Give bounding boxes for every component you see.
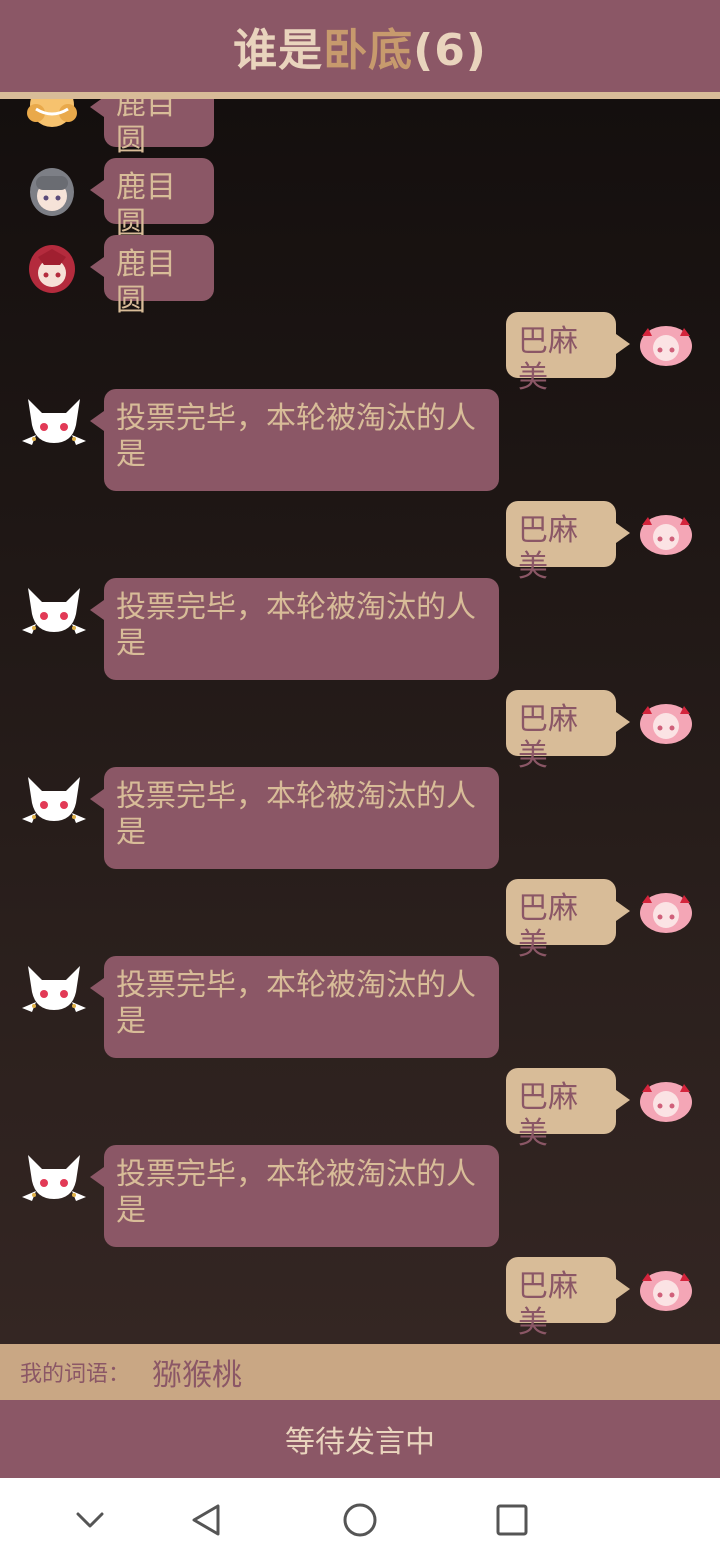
white-cat-avatar-icon[interactable] bbox=[22, 769, 86, 829]
pink-hair-girl-avatar-icon[interactable] bbox=[636, 314, 696, 374]
pink-hair-girl-avatar-icon[interactable] bbox=[636, 1259, 696, 1319]
message-bubble: 鹿目圆 bbox=[90, 158, 214, 241]
message-bubble: 鹿目圆 bbox=[90, 235, 214, 318]
my-word-bar: 我的词语： 猕猴桃 bbox=[0, 1344, 720, 1400]
pink-hair-girl-avatar-icon[interactable] bbox=[636, 881, 696, 941]
pink-hair-girl-avatar-icon[interactable] bbox=[636, 503, 696, 563]
my-word-value: 猕猴桃 bbox=[152, 1358, 243, 1393]
gray-hair-girl-avatar-icon[interactable] bbox=[22, 162, 82, 222]
my-word-label: 我的词语： bbox=[20, 1362, 131, 1387]
title-part-1: 谁是 bbox=[233, 25, 324, 76]
home-circle-icon[interactable] bbox=[338, 1498, 382, 1542]
page-title: 谁是卧底(6) bbox=[233, 14, 487, 78]
title-part-2: 卧底 bbox=[323, 25, 414, 76]
red-hair-girl-avatar-icon[interactable] bbox=[22, 239, 82, 299]
message-bubble: 投票完毕，本轮被淘汰的人是 bbox=[90, 767, 499, 869]
message-bubble: 投票完毕，本轮被淘汰的人是 bbox=[90, 1145, 499, 1247]
white-cat-avatar-icon[interactable] bbox=[22, 580, 86, 640]
title-bar: 谁是卧底(6) bbox=[0, 0, 720, 99]
message-bubble: 巴麻美 bbox=[506, 1257, 630, 1340]
message-bubble: 巴麻美 bbox=[506, 690, 630, 773]
message-bubble: 巴麻美 bbox=[506, 1068, 630, 1151]
title-part-3: (6) bbox=[413, 25, 487, 76]
pink-hair-girl-avatar-icon[interactable] bbox=[636, 1070, 696, 1130]
chevron-down-icon[interactable] bbox=[68, 1498, 112, 1542]
status-bar: 等待发言中 bbox=[0, 1400, 720, 1478]
white-cat-avatar-icon[interactable] bbox=[22, 1147, 86, 1207]
chat-area[interactable]: 鹿目圆 鹿目圆 鹿目圆 巴麻美 投票完毕，本轮被淘汰的人是 巴麻美 投票完毕，本… bbox=[0, 99, 720, 1344]
message-bubble: 巴麻美 bbox=[506, 312, 630, 395]
message-bubble: 投票完毕，本轮被淘汰的人是 bbox=[90, 389, 499, 491]
yellow-hair-girl-avatar-icon[interactable] bbox=[22, 99, 82, 135]
white-cat-avatar-icon[interactable] bbox=[22, 958, 86, 1018]
recents-square-icon[interactable] bbox=[490, 1498, 534, 1542]
message-bubble: 巴麻美 bbox=[506, 501, 630, 584]
white-cat-avatar-icon[interactable] bbox=[22, 391, 86, 451]
message-bubble: 巴麻美 bbox=[506, 879, 630, 962]
status-text: 等待发言中 bbox=[285, 1425, 435, 1460]
back-triangle-icon[interactable] bbox=[184, 1498, 228, 1542]
message-bubble: 鹿目圆 bbox=[90, 99, 214, 158]
system-nav-bar bbox=[0, 1478, 720, 1560]
message-bubble: 投票完毕，本轮被淘汰的人是 bbox=[90, 956, 499, 1058]
pink-hair-girl-avatar-icon[interactable] bbox=[636, 692, 696, 752]
message-bubble: 投票完毕，本轮被淘汰的人是 bbox=[90, 578, 499, 680]
